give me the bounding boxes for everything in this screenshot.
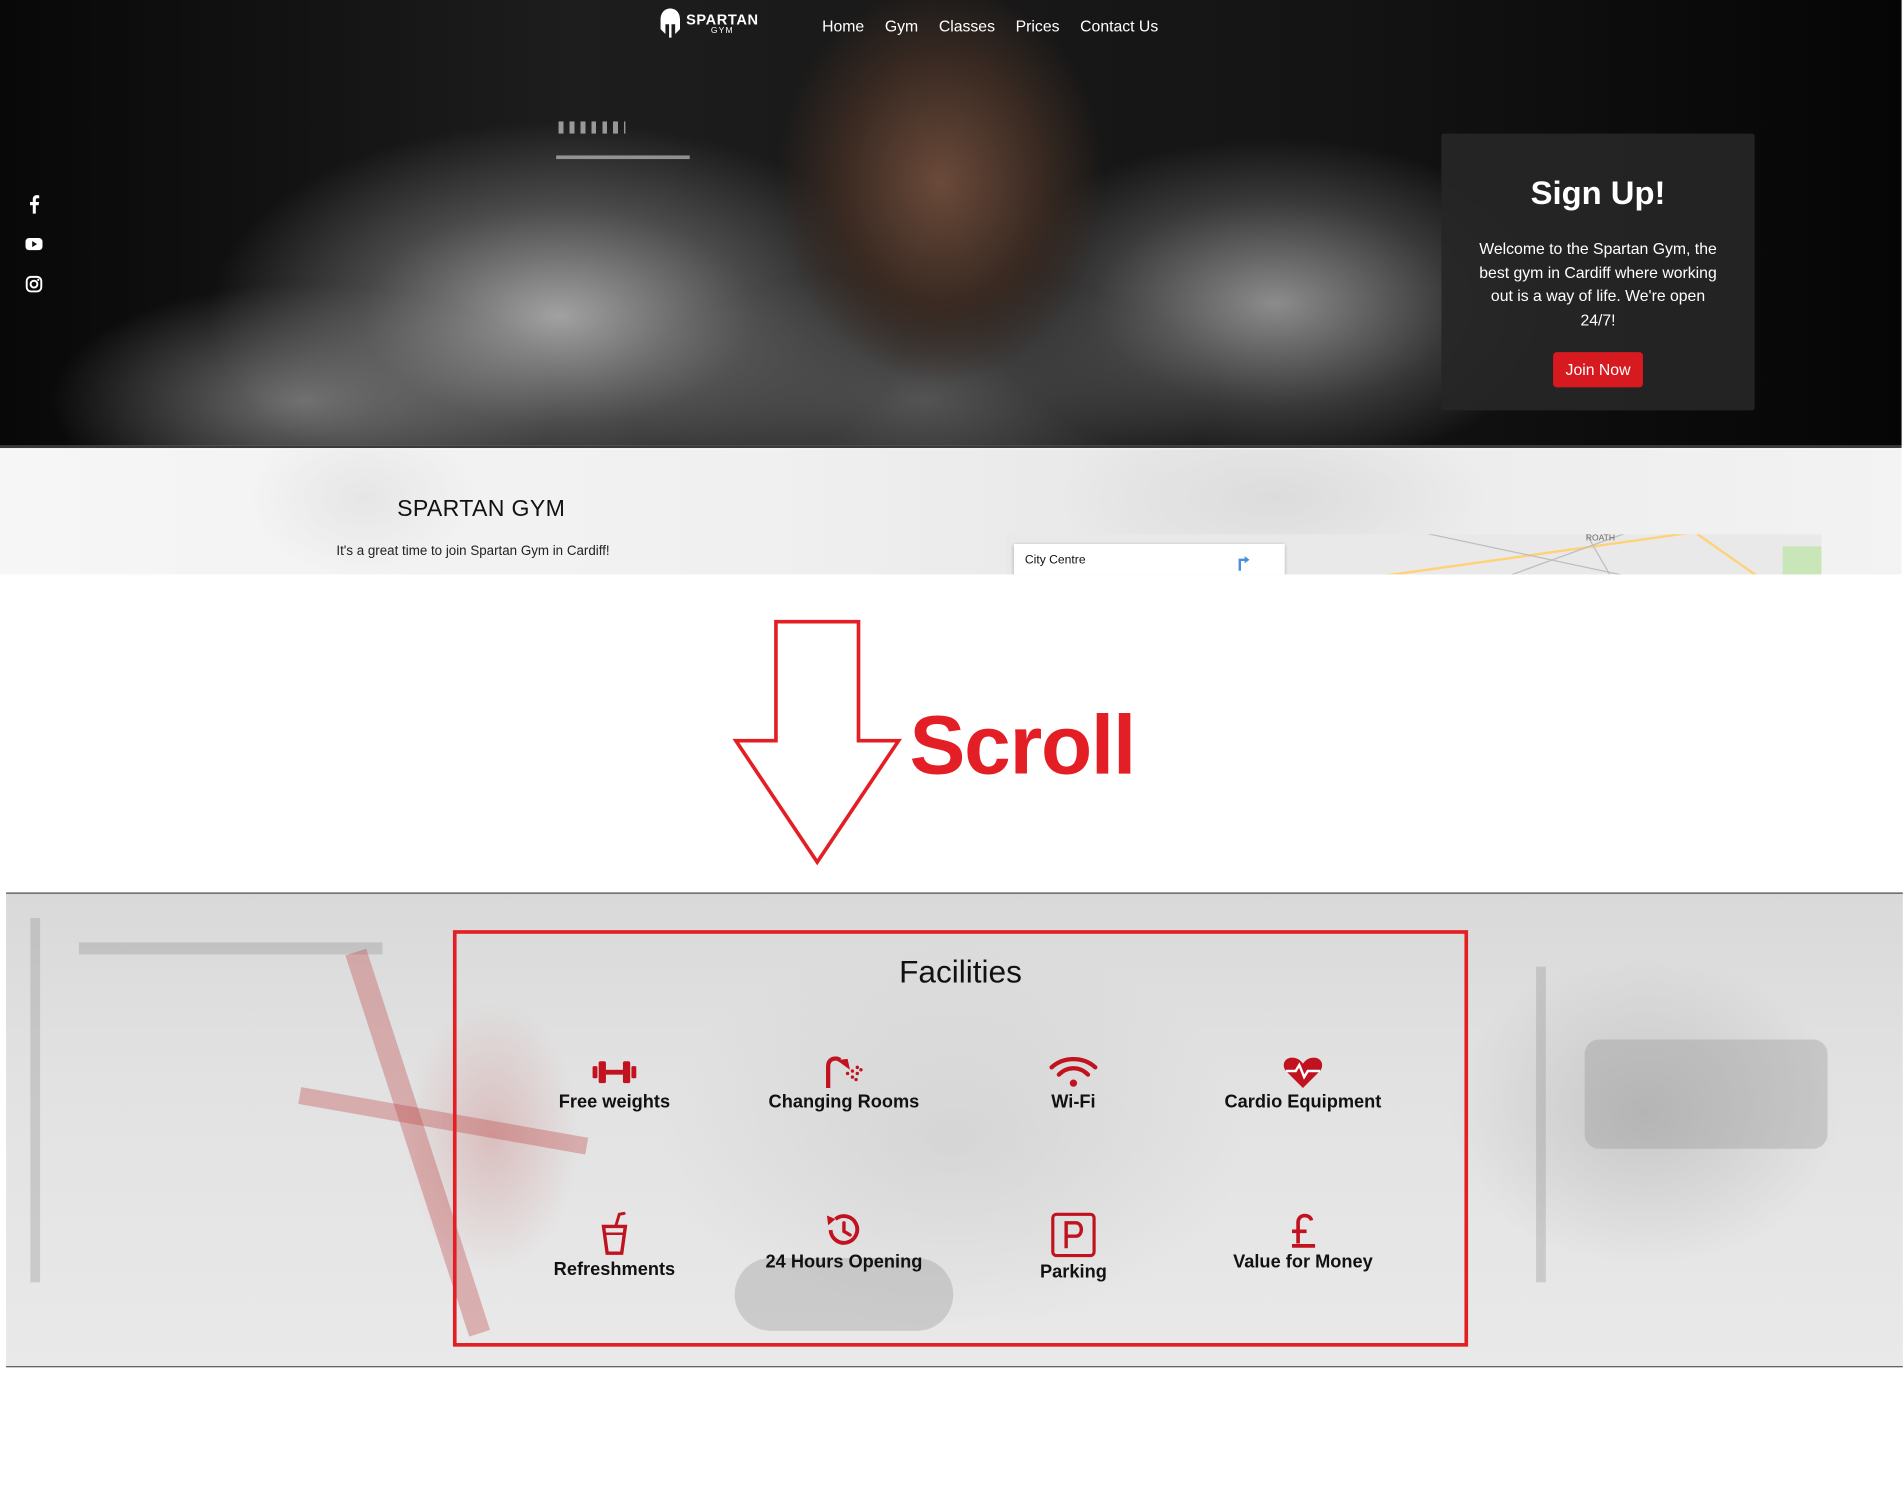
- location-map[interactable]: ROATH City Centre: [1005, 534, 1822, 575]
- about-section: SPARTAN GYM It's a great time to join Sp…: [0, 449, 1902, 575]
- scroll-down-arrow-icon: [732, 619, 902, 866]
- social-links: [24, 194, 46, 294]
- facilities-title: Facilities: [899, 953, 1022, 990]
- about-tagline: It's a great time to join Spartan Gym in…: [336, 544, 610, 559]
- signup-panel: Sign Up! Welcome to the Spartan Gym, the…: [1441, 133, 1755, 411]
- facility-cardio-equipment: Cardio Equipment: [1194, 1056, 1413, 1112]
- facility-free-weights: Free weights: [505, 1056, 724, 1112]
- background-equipment: [78, 942, 383, 955]
- about-title: SPARTAN GYM: [397, 496, 566, 523]
- facility-refreshments: Refreshments: [505, 1211, 724, 1280]
- parking-icon: [1051, 1212, 1096, 1258]
- site-logo[interactable]: SPARTAN GYM: [659, 7, 758, 39]
- facility-24-hours-opening: 24 Hours Opening: [735, 1212, 954, 1273]
- facility-label: Cardio Equipment: [1224, 1091, 1382, 1113]
- nav-gym[interactable]: Gym: [885, 17, 918, 35]
- main-nav: Home Gym Classes Prices Contact Us: [822, 17, 1179, 35]
- map-place-card[interactable]: City Centre: [1013, 544, 1285, 575]
- facility-label: Value for Money: [1233, 1251, 1373, 1273]
- signup-text: Welcome to the Spartan Gym, the best gym…: [1479, 239, 1717, 329]
- background-equipment: [1584, 1039, 1828, 1149]
- brand-name: SPARTAN: [686, 10, 759, 28]
- heartbeat-icon: [1283, 1057, 1323, 1089]
- shower-icon: [826, 1056, 863, 1089]
- background-rack: [556, 155, 690, 160]
- facility-label: 24 Hours Opening: [765, 1251, 923, 1273]
- signup-title: Sign Up!: [1530, 174, 1666, 212]
- dumbbell-icon: [592, 1061, 637, 1084]
- page: SPARTAN GYM Home Gym Classes Prices Cont…: [0, 0, 1904, 1506]
- spartan-helmet-icon: [660, 8, 681, 38]
- map-park: [1782, 546, 1822, 575]
- instagram-icon[interactable]: [24, 274, 46, 293]
- history-clock-icon: [826, 1214, 860, 1245]
- facility-label: Parking: [1040, 1261, 1107, 1283]
- background-rack: [558, 121, 626, 134]
- map-place-name: City Centre: [1024, 553, 1086, 568]
- scroll-annotation: Scroll: [909, 698, 1137, 792]
- directions-icon[interactable]: [1235, 556, 1252, 573]
- map-road: [1262, 534, 1769, 575]
- facility-label: Changing Rooms: [768, 1091, 920, 1113]
- nav-home[interactable]: Home: [822, 17, 864, 35]
- facility-wifi: Wi-Fi: [964, 1056, 1183, 1112]
- background-equipment: [1536, 966, 1546, 1283]
- nav-prices[interactable]: Prices: [1016, 17, 1060, 35]
- nav-contact-us[interactable]: Contact Us: [1080, 17, 1158, 35]
- facility-parking: Parking: [964, 1212, 1183, 1282]
- facebook-icon[interactable]: [24, 194, 46, 214]
- facility-label: Wi-Fi: [1051, 1091, 1096, 1113]
- facility-label: Free weights: [558, 1091, 671, 1113]
- join-now-button[interactable]: Join Now: [1553, 352, 1643, 388]
- facility-changing-rooms: Changing Rooms: [735, 1056, 954, 1112]
- hero-section: SPARTAN GYM Home Gym Classes Prices Cont…: [0, 0, 1902, 449]
- facilities-highlight-box: Facilities Free weights Changing Rooms W…: [452, 930, 1469, 1347]
- facility-value-for-money: Value for Money: [1194, 1212, 1413, 1273]
- nav-classes[interactable]: Classes: [939, 17, 995, 35]
- wifi-icon: [1049, 1057, 1098, 1087]
- map-road: [1649, 534, 1771, 575]
- youtube-icon[interactable]: [24, 234, 46, 253]
- background-equipment: [30, 918, 41, 1283]
- brand-sub: GYM: [710, 26, 734, 35]
- pound-icon: [1292, 1213, 1316, 1248]
- map-area-label: ROATH: [1585, 534, 1616, 543]
- facility-label: Refreshments: [553, 1259, 676, 1280]
- drink-cup-icon: [601, 1211, 628, 1255]
